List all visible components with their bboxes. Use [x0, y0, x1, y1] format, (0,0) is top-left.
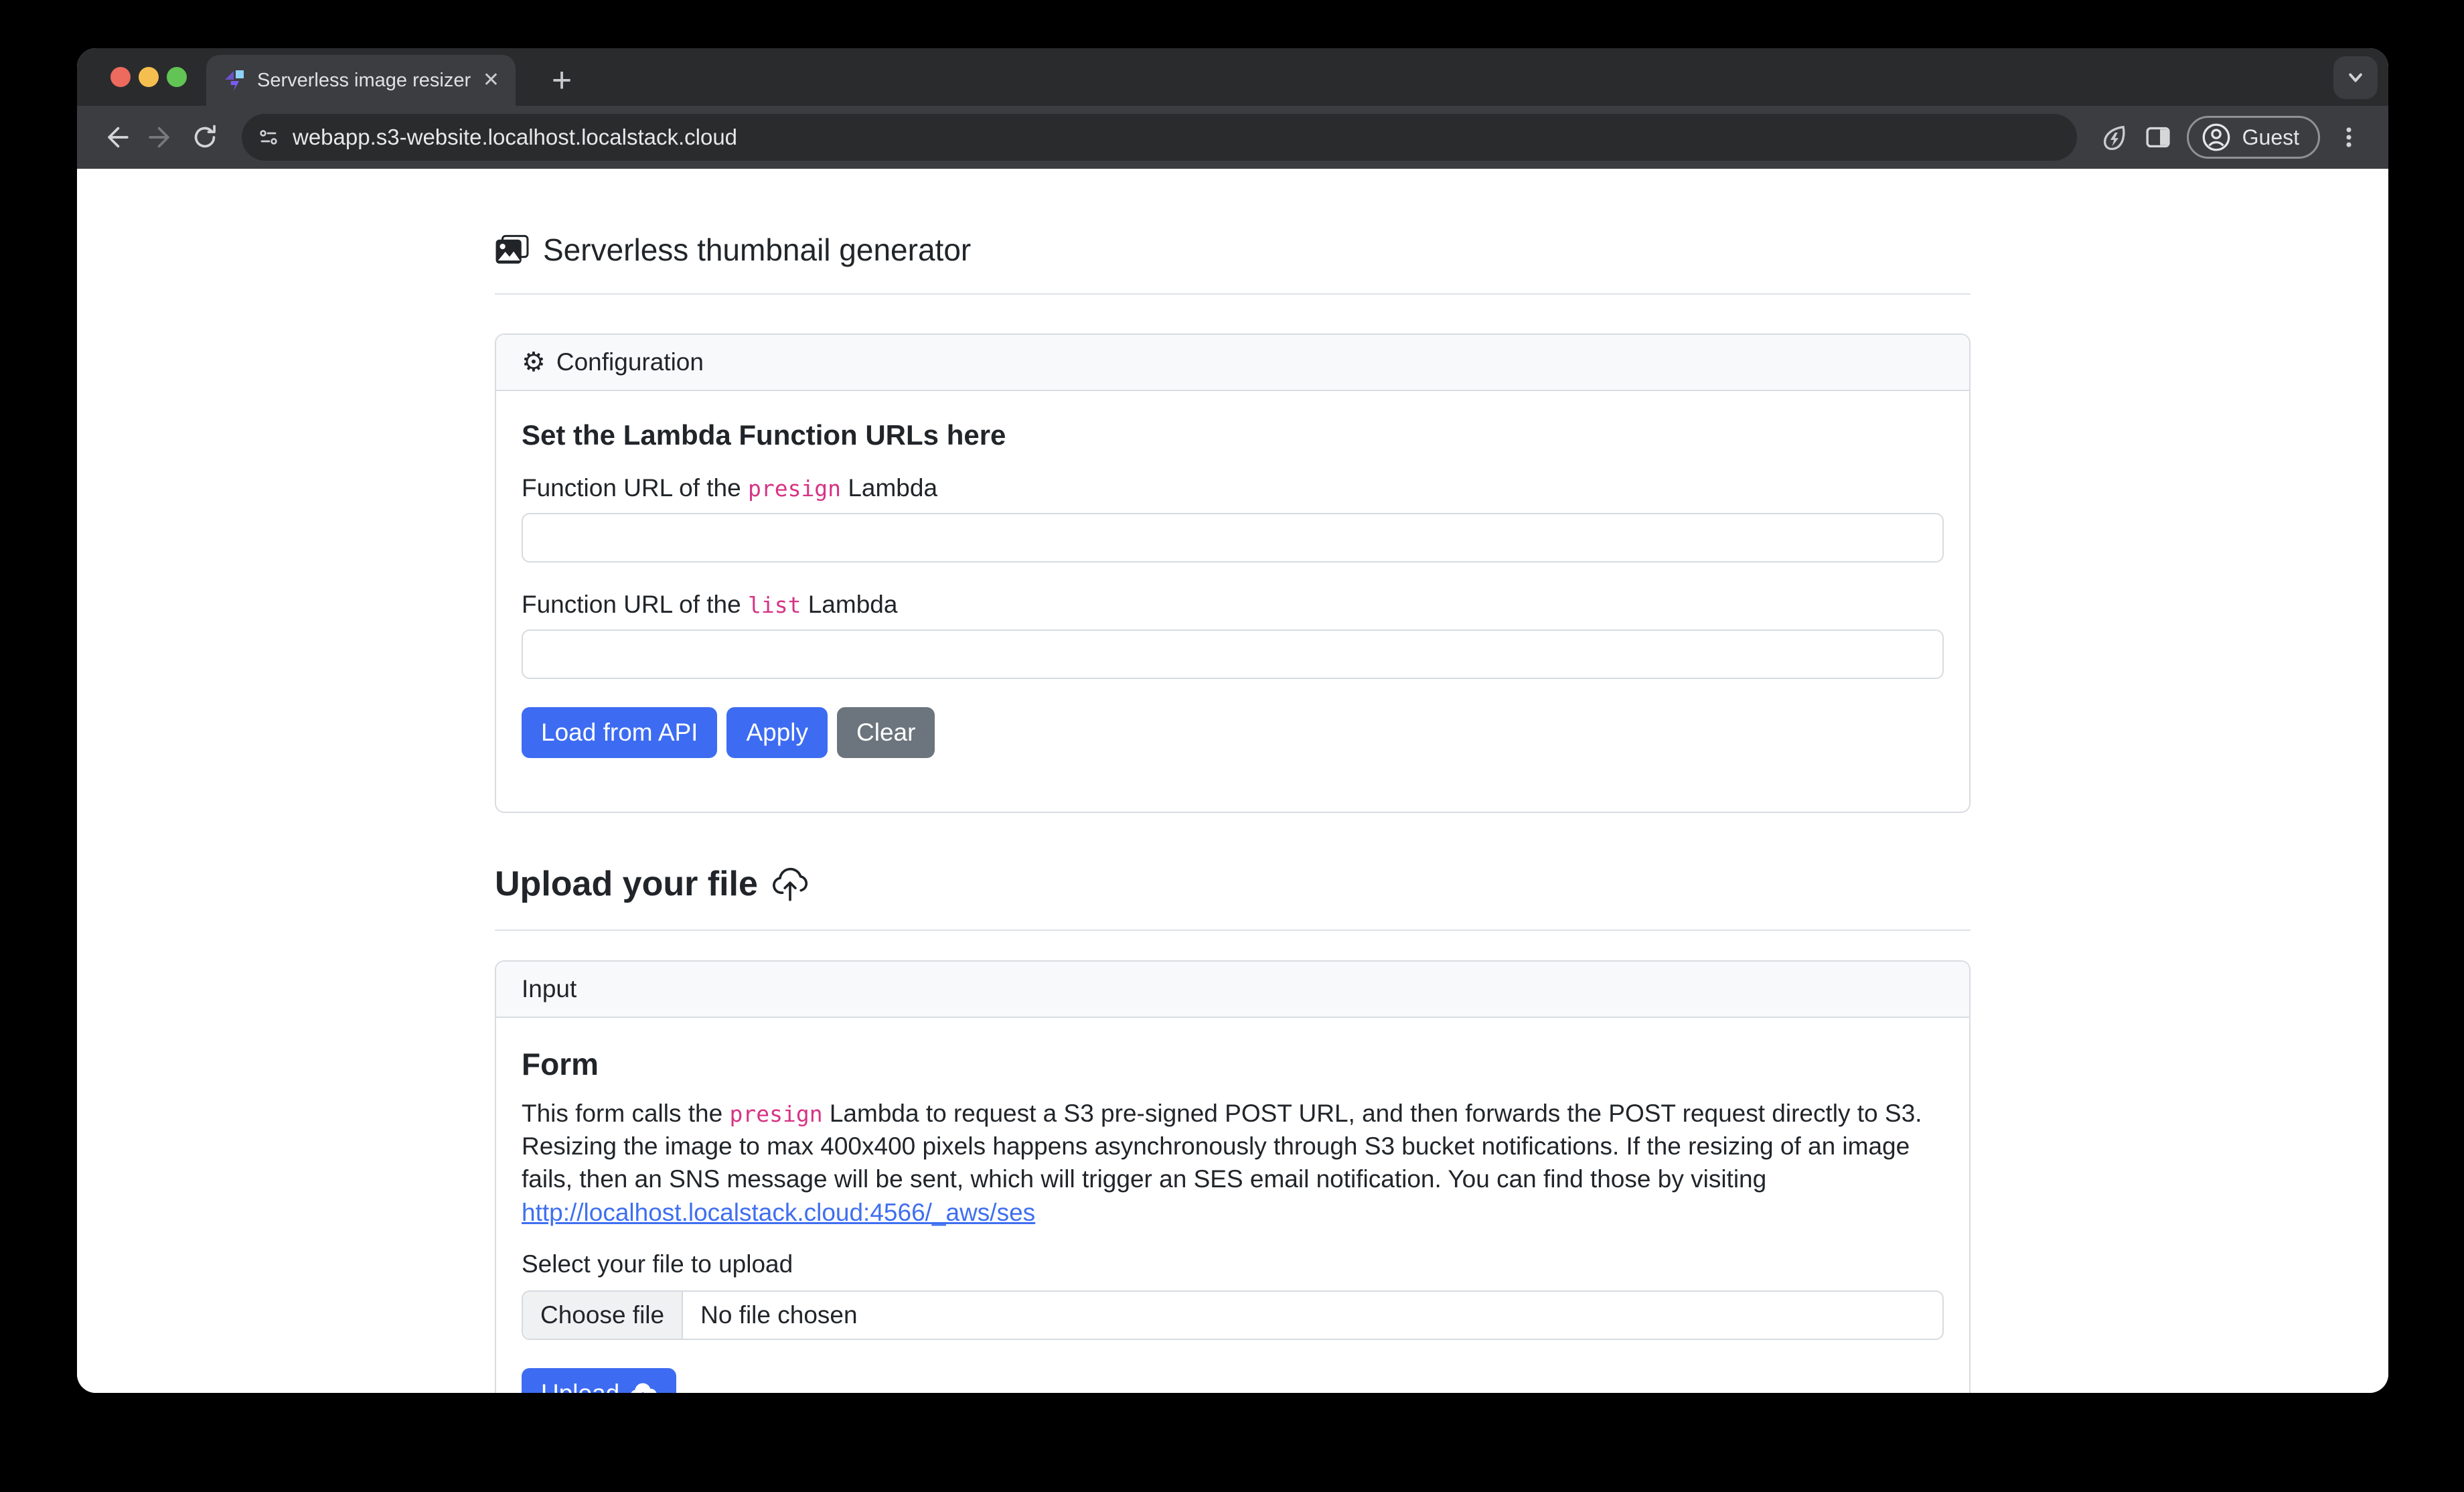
input-card-body: Form This form calls the presign Lambda … [496, 1018, 1969, 1393]
images-icon [495, 234, 530, 265]
desc-presign-code: presign [729, 1101, 822, 1127]
gear-icon: ⚙ [522, 349, 546, 376]
presign-url-label: Function URL of the presign Lambda [522, 474, 1944, 502]
list-url-input[interactable] [522, 629, 1944, 679]
side-panel-button[interactable] [2136, 115, 2180, 159]
forward-button[interactable] [139, 115, 183, 159]
apply-button[interactable]: Apply [726, 707, 828, 758]
forward-icon [146, 123, 175, 152]
tab-title: Serverless image resizer [257, 70, 472, 92]
reload-button[interactable] [183, 115, 227, 159]
list-code: list [748, 592, 801, 618]
configuration-card-header: ⚙ Configuration [496, 335, 1969, 391]
browser-tab[interactable]: Serverless image resizer ✕ [206, 55, 516, 106]
page-title: Serverless thumbnail generator [495, 232, 1971, 268]
form-description: This form calls the presign Lambda to re… [522, 1097, 1944, 1229]
divider [495, 293, 1971, 295]
clear-button[interactable]: Clear [837, 707, 935, 758]
url-bar[interactable]: webapp.s3-website.localhost.localstack.c… [242, 114, 2077, 161]
zoom-window-button[interactable] [167, 67, 187, 87]
config-heading: Set the Lambda Function URLs here [522, 419, 1944, 451]
presign-code: presign [748, 475, 841, 502]
kebab-menu-icon [2335, 124, 2362, 151]
window-controls [110, 67, 187, 87]
cloud-upload-fill-icon [629, 1379, 657, 1393]
new-tab-button[interactable]: + [539, 58, 585, 103]
file-input[interactable]: Choose file No file chosen [522, 1290, 1944, 1340]
tab-close-icon[interactable]: ✕ [483, 70, 499, 90]
back-button[interactable] [94, 115, 139, 159]
page-content: Serverless thumbnail generator ⚙ Configu… [77, 169, 2388, 1393]
reload-icon [190, 123, 220, 152]
presign-url-input[interactable] [522, 513, 1944, 563]
configuration-header-label: Configuration [556, 348, 704, 376]
divider [495, 929, 1971, 931]
browser-menu-button[interactable] [2327, 115, 2371, 159]
input-header-label: Input [522, 975, 576, 1003]
list-label-post: Lambda [801, 591, 897, 618]
battery-saver-button[interactable] [2092, 115, 2136, 159]
load-from-api-button[interactable]: Load from API [522, 707, 717, 758]
site-settings-icon[interactable] [256, 125, 281, 149]
upload-button[interactable]: Upload [522, 1368, 676, 1393]
desc-segment-1: This form calls the [522, 1100, 729, 1127]
form-heading: Form [522, 1046, 1944, 1082]
browser-toolbar: webapp.s3-website.localhost.localstack.c… [77, 106, 2388, 169]
tab-search-button[interactable] [2333, 56, 2378, 99]
back-icon [102, 123, 131, 152]
side-panel-icon [2143, 123, 2173, 152]
minimize-window-button[interactable] [139, 67, 159, 87]
tab-strip: Serverless image resizer ✕ + [77, 48, 2388, 106]
battery-saver-leaf-icon [2098, 122, 2129, 153]
upload-button-label: Upload [541, 1379, 619, 1393]
list-label-pre: Function URL of the [522, 591, 748, 618]
presign-label-pre: Function URL of the [522, 474, 748, 502]
profile-label: Guest [2242, 125, 2299, 150]
input-card-header: Input [496, 962, 1969, 1018]
guest-avatar-icon [2200, 121, 2233, 154]
file-chosen-status: No file chosen [683, 1292, 874, 1339]
configuration-card-body: Set the Lambda Function URLs here Functi… [496, 391, 1969, 812]
page-title-text: Serverless thumbnail generator [543, 232, 971, 268]
upload-heading-text: Upload your file [495, 864, 758, 904]
cloud-upload-icon [771, 865, 809, 903]
ses-link[interactable]: http://localhost.localstack.cloud:4566/_… [522, 1199, 1035, 1226]
close-window-button[interactable] [110, 67, 131, 87]
configuration-card: ⚙ Configuration Set the Lambda Function … [495, 333, 1971, 813]
list-url-label: Function URL of the list Lambda [522, 591, 1944, 619]
url-text[interactable]: webapp.s3-website.localhost.localstack.c… [293, 125, 737, 150]
config-buttons: Load from API Apply Clear [522, 707, 1944, 758]
favicon-localstack [222, 68, 246, 92]
profile-chip[interactable]: Guest [2187, 116, 2320, 159]
upload-section-heading: Upload your file [495, 864, 1971, 904]
choose-file-button[interactable]: Choose file [523, 1292, 683, 1339]
input-card: Input Form This form calls the presign L… [495, 960, 1971, 1393]
presign-label-post: Lambda [841, 474, 937, 502]
select-file-label: Select your file to upload [522, 1250, 1944, 1278]
browser-window: Serverless image resizer ✕ + [77, 48, 2388, 1393]
chevron-down-icon [2342, 64, 2369, 91]
